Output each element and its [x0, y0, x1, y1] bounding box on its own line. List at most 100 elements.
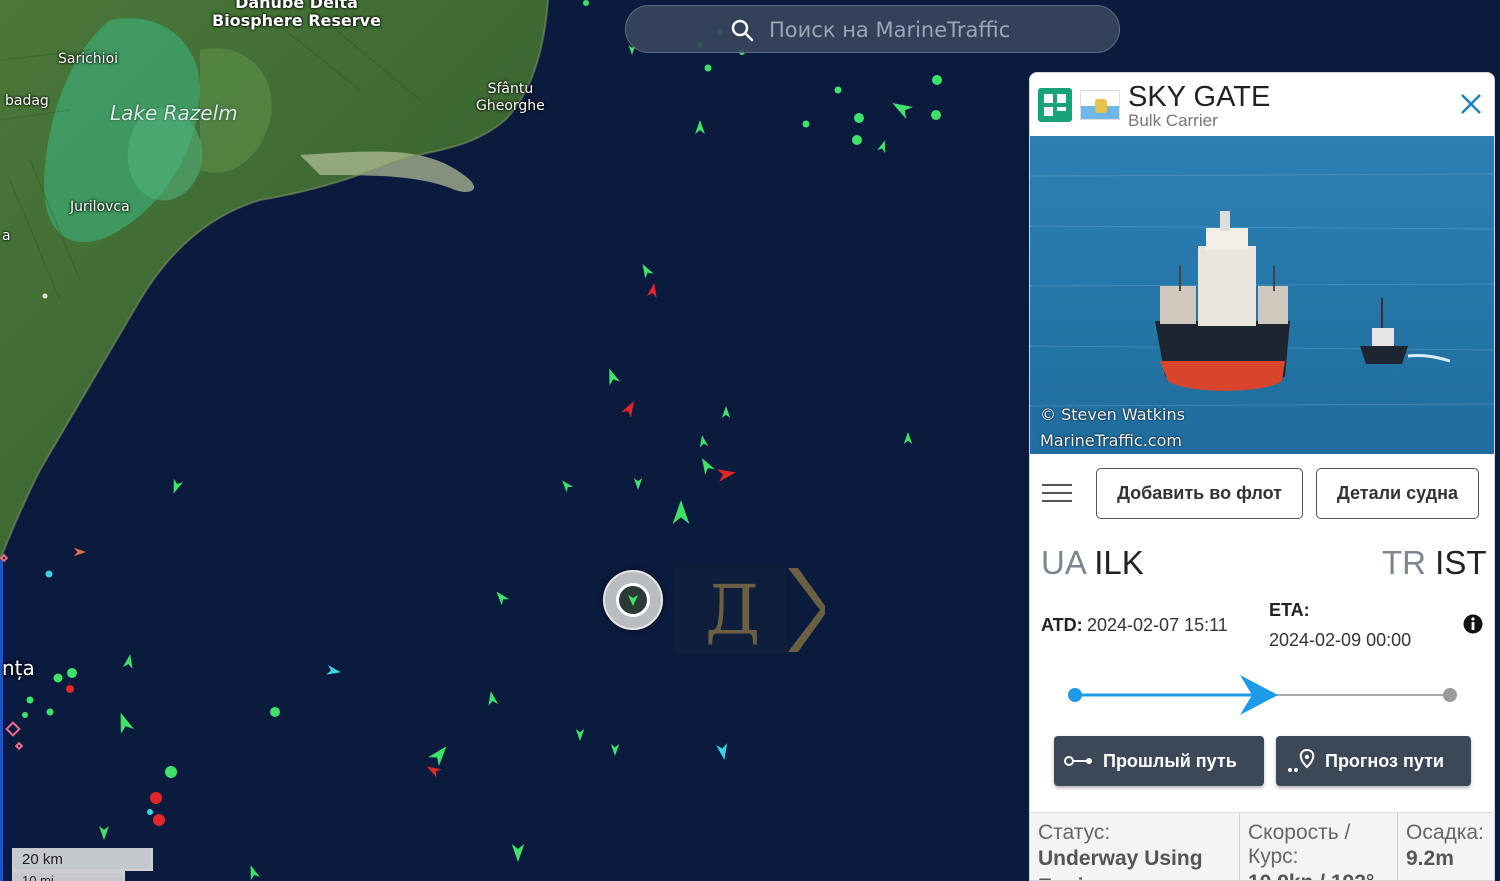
vessel-arrow-icon[interactable] [633, 478, 643, 490]
vessel-dot-icon[interactable] [153, 814, 165, 826]
ad-letter: Д [705, 572, 761, 651]
draught-stat: Осадка: 9.2m [1398, 813, 1494, 880]
vessel-arrow-icon[interactable] [74, 547, 86, 557]
vessel-arrow-icon[interactable] [697, 455, 715, 475]
vessel-arrow-icon[interactable] [672, 500, 690, 524]
speed-label: Скорость / Курс: [1248, 821, 1351, 868]
draught-value: 9.2m [1406, 847, 1454, 870]
scale-km: 20 km [12, 848, 153, 871]
vessel-dot-icon[interactable] [834, 86, 842, 94]
vessel-dot-icon[interactable] [854, 113, 864, 123]
draught-label: Осадка: [1406, 821, 1484, 844]
vessel-arrow-icon[interactable] [326, 664, 341, 677]
info-icon[interactable] [1463, 614, 1483, 634]
selected-vessel-marker[interactable] [603, 570, 663, 630]
vessel-dot-icon[interactable] [150, 792, 162, 804]
vessel-arrow-icon[interactable] [889, 97, 914, 120]
map-scale: 20 km 10 mi [12, 848, 153, 881]
destination-port[interactable]: TR IST [1382, 544, 1487, 582]
vessel-arrow-icon[interactable] [486, 690, 499, 706]
vessel-arrow-icon[interactable] [646, 282, 659, 298]
eta-label: ETA: [1269, 600, 1310, 620]
vessel-type: Bulk Carrier [1128, 111, 1218, 130]
station-diamond-icon[interactable] [0, 553, 9, 563]
vessel-dot-icon[interactable] [147, 809, 153, 815]
panel-header: SKY GATE Bulk Carrier [1030, 73, 1494, 136]
forecast-label: Прогноз пути [1325, 751, 1444, 771]
photo-credit: © Steven Watkins MarineTraffic.com [1040, 405, 1185, 450]
vessel-arrow-icon[interactable] [169, 478, 183, 496]
vessel-arrow-icon[interactable] [114, 710, 134, 734]
vessel-dot-icon[interactable] [46, 708, 54, 716]
vessel-dot-icon[interactable] [26, 696, 34, 704]
vessel-arrow-icon[interactable] [698, 434, 709, 448]
vessel-arrow-icon[interactable] [511, 844, 525, 862]
vessel-arrow-icon[interactable] [559, 478, 574, 493]
speed-value: 10.9kn / 192° [1248, 869, 1397, 880]
vessel-arrow-icon[interactable] [575, 729, 585, 741]
vessel-dot-icon[interactable] [802, 120, 810, 128]
eta-value: 2024-02-09 00:00 [1269, 630, 1412, 650]
search-icon [731, 19, 754, 42]
vessel-dot-icon[interactable] [22, 712, 28, 718]
status-label: Статус: [1038, 821, 1111, 844]
search-placeholder[interactable]: Поиск на MarineTraffic [769, 18, 1010, 42]
close-icon[interactable] [1456, 89, 1486, 119]
ad-overlay[interactable]: Д [675, 566, 825, 654]
vessel-dot-icon[interactable] [932, 75, 942, 85]
status-stat: Статус: Underway Using Engine [1030, 813, 1240, 880]
add-to-fleet-button[interactable]: Добавить во флот [1096, 468, 1303, 519]
vessel-arrow-icon[interactable] [621, 398, 639, 418]
status-value: Underway Using Engine [1038, 847, 1203, 880]
vessel-arrow-icon[interactable] [717, 466, 737, 482]
station-diamond-icon[interactable] [14, 741, 24, 751]
vessel-stats: Статус: Underway Using Engine Скорость /… [1030, 812, 1494, 880]
search-bar[interactable]: Поиск на MarineTraffic [625, 5, 1120, 53]
vessel-arrow-icon[interactable] [695, 120, 705, 134]
vessel-dot-icon[interactable] [583, 0, 589, 6]
vessel-dot-icon[interactable] [704, 64, 712, 72]
vessel-dot-icon[interactable] [66, 685, 74, 693]
vessel-arrow-icon[interactable] [246, 864, 260, 881]
vessel-type-badge [1038, 88, 1072, 122]
vessel-arrow-icon[interactable] [428, 742, 452, 767]
speed-stat: Скорость / Курс: 10.9kn / 192° [1240, 813, 1398, 880]
past-track-label: Прошлый путь [1103, 751, 1237, 771]
vessel-arrow-icon[interactable] [716, 743, 730, 761]
vessel-photo[interactable]: © Steven Watkins MarineTraffic.com [1030, 136, 1494, 454]
route-forecast-button[interactable]: Прогноз пути [1276, 736, 1471, 786]
vessel-arrow-icon[interactable] [122, 653, 135, 669]
vessel-dot-icon[interactable] [45, 570, 53, 578]
panel-actions: Добавить во флот Детали судна [1030, 454, 1494, 530]
vessel-dot-icon[interactable] [67, 668, 77, 678]
vessel-arrow-icon[interactable] [638, 261, 654, 279]
track-icon [1064, 756, 1092, 766]
vessel-dot-icon[interactable] [53, 673, 63, 683]
vessel-dot-icon[interactable] [165, 766, 177, 778]
voyage-section: UA ILK TR IST ATD: 2024-02-07 15:11 ETA:… [1030, 530, 1494, 810]
vessel-dot-icon[interactable] [42, 293, 48, 299]
vessel-arrow-icon[interactable] [493, 588, 510, 606]
vessel-dot-icon[interactable] [270, 707, 280, 717]
vessel-dot-icon[interactable] [931, 110, 941, 120]
vessel-dot-icon[interactable] [852, 135, 862, 145]
vessel-layer [0, 0, 942, 881]
vessel-arrow-icon[interactable] [604, 367, 620, 386]
forecast-pin-icon [1288, 748, 1315, 772]
vessel-arrow-icon[interactable] [610, 744, 620, 756]
hamburger-icon[interactable] [1042, 484, 1072, 504]
vessel-info-panel: SKY GATE Bulk Carrier © Steven Watkins M… [1029, 72, 1495, 881]
vessel-details-button[interactable]: Детали судна [1316, 468, 1479, 519]
voyage-progress [1068, 675, 1457, 715]
flag-icon [1080, 90, 1120, 120]
vessel-arrow-icon[interactable] [877, 139, 889, 154]
selected-vessel-icon [616, 583, 650, 617]
origin-port[interactable]: UA ILK [1041, 544, 1144, 582]
vessel-arrow-icon[interactable] [99, 826, 109, 840]
past-track-button[interactable]: Прошлый путь [1054, 736, 1264, 786]
station-diamond-icon[interactable] [5, 721, 21, 737]
vessel-arrow-icon[interactable] [721, 406, 731, 418]
vessel-arrow-icon[interactable] [903, 432, 913, 444]
scale-mi: 10 mi [12, 871, 125, 881]
chevron-right-icon[interactable] [780, 566, 825, 654]
